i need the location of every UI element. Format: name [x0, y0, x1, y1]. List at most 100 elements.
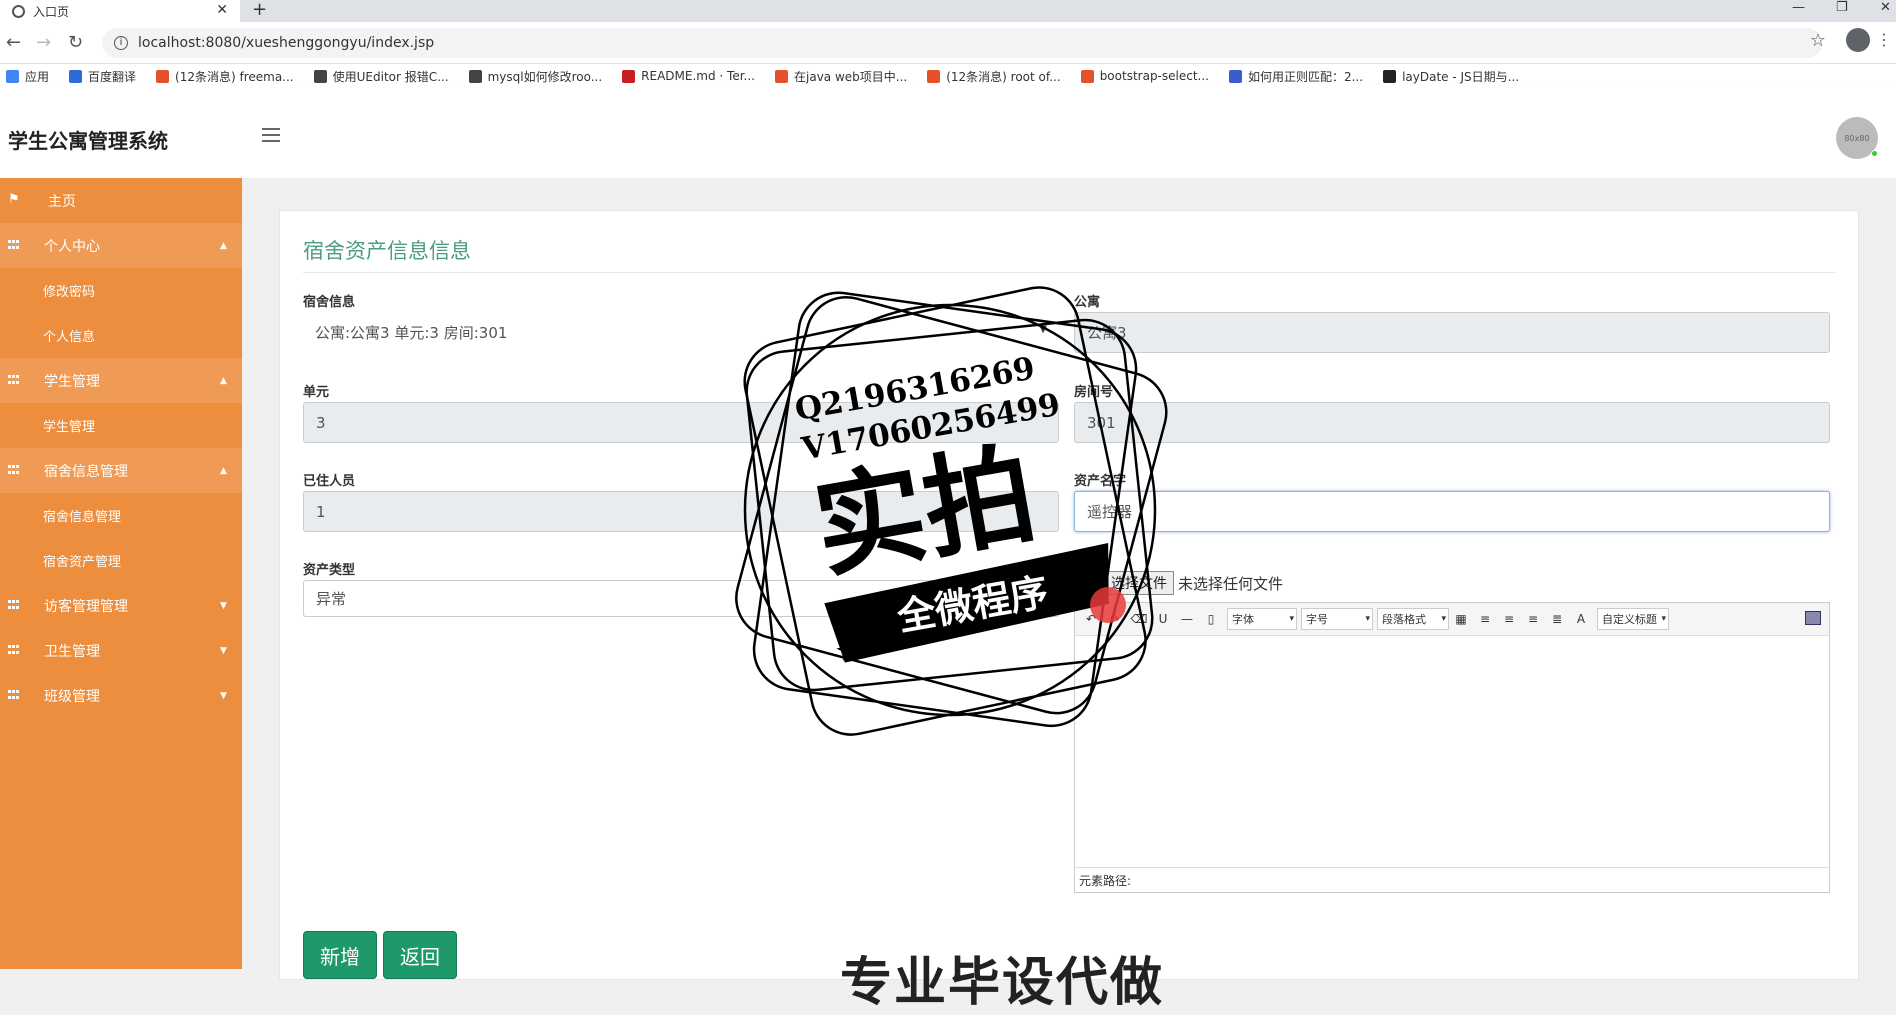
bookmark-label: mysql如何修改roo... — [487, 69, 603, 84]
page-icon[interactable]: ▯ — [1203, 611, 1219, 627]
sidebar-subitem-dorm-info-management[interactable]: 宿舍信息管理 — [0, 493, 242, 538]
align-center-icon[interactable]: ≡ — [1525, 611, 1541, 627]
browser-tab[interactable]: 入口页 ✕ — [0, 0, 240, 22]
underline-icon[interactable]: U — [1155, 611, 1171, 627]
reload-icon[interactable]: ↻ — [68, 32, 83, 53]
site-favicon-icon — [927, 69, 941, 83]
avatar[interactable]: 80x80 — [1836, 117, 1878, 159]
bookmark-item[interactable]: README.md · Ter... — [622, 69, 755, 83]
apps-grid-icon — [6, 69, 19, 83]
sidebar-subitem-dorm-asset-management[interactable]: 宿舍资产管理 — [0, 538, 242, 583]
close-window-icon[interactable]: ✕ — [1880, 0, 1891, 15]
bookmark-item[interactable]: 使用UEditor 报错C... — [313, 68, 449, 85]
close-tab-icon[interactable]: ✕ — [216, 2, 228, 18]
caret-up-icon: ▲ — [220, 375, 227, 386]
bookmark-item[interactable]: (12条消息) freema... — [156, 68, 294, 85]
bookmark-item[interactable]: mysql如何修改roo... — [468, 68, 603, 85]
apartment-field[interactable]: 公寓3 — [1074, 312, 1830, 353]
grid-icon — [8, 240, 22, 251]
font-size-select[interactable]: 字号 — [1301, 608, 1373, 630]
bookmark-label: 在java web项目中... — [794, 69, 908, 84]
sidebar-item-student-management[interactable]: 学生管理 ▲ — [0, 358, 242, 403]
bookmark-item[interactable]: 在java web项目中... — [775, 68, 907, 85]
sidebar-item-hygiene-management[interactable]: 卫生管理 ▼ — [0, 628, 242, 673]
sidebar-subitem-change-password[interactable]: 修改密码 — [0, 268, 242, 313]
site-favicon-icon — [69, 69, 83, 83]
sidebar-subitem-student-management[interactable]: 学生管理 — [0, 403, 242, 448]
bookmark-item[interactable]: 如何用正则匹配：2... — [1228, 68, 1363, 85]
bookmark-item[interactable]: 百度翻译 — [69, 68, 136, 85]
browser-menu-icon[interactable]: ⋮ — [1876, 30, 1892, 49]
bookmark-item[interactable]: bootstrap-select... — [1080, 69, 1209, 83]
caret-down-icon: ▼ — [220, 690, 227, 701]
back-icon[interactable]: ← — [6, 32, 21, 53]
sidebar-item-label: 班级管理 — [44, 688, 100, 705]
bookmark-label: 百度翻译 — [88, 69, 137, 84]
site-favicon-icon — [622, 69, 636, 83]
rich-text-editor[interactable]: ↶ ↷ ⌫ U — ▯ 字体 字号 段落格式 ▦ ≡ ≡ ≡ ≣ A 自定义标题… — [1074, 602, 1830, 893]
bookmark-item[interactable]: (12条消息) root of... — [927, 68, 1061, 85]
minimize-icon[interactable]: — — [1792, 0, 1805, 15]
app-header: 学生公寓管理系统 80x80 — [0, 88, 1896, 178]
font-color-icon[interactable]: A — [1573, 611, 1589, 627]
profile-icon[interactable] — [1846, 28, 1870, 52]
sidebar-item-label: 访客管理管理 — [44, 598, 128, 615]
url-bar[interactable]: i localhost:8080/xueshenggongyu/index.js… — [102, 28, 1822, 58]
hamburger-icon[interactable] — [262, 128, 280, 146]
apartment-value: 公寓3 — [1087, 324, 1127, 342]
sidebar-item-class-management[interactable]: 班级管理 ▼ — [0, 673, 242, 718]
caret-up-icon: ▲ — [220, 465, 227, 476]
caret-down-icon: ▼ — [1039, 324, 1047, 335]
sidebar-subitem-personal-info[interactable]: 个人信息 — [0, 313, 242, 358]
fullscreen-icon[interactable] — [1805, 611, 1821, 625]
site-favicon-icon — [775, 69, 788, 83]
bookmark-label: (12条消息) root of... — [946, 69, 1061, 84]
bookmark-item[interactable]: 应用 — [6, 68, 49, 85]
eraser-icon[interactable]: ⌫ — [1131, 611, 1148, 627]
sidebar-item-dorm-info-management[interactable]: 宿舍信息管理 ▲ — [0, 448, 242, 493]
table-icon[interactable]: ▦ — [1453, 611, 1469, 627]
font-family-select[interactable]: 字体 — [1227, 608, 1297, 630]
residents-field[interactable]: 1 — [303, 491, 1059, 532]
sidebar-item-home[interactable]: ⚑ 主页 — [0, 178, 242, 223]
choose-file-button[interactable]: 选择文件 — [1104, 571, 1175, 595]
paragraph-format-select[interactable]: 段落格式 — [1377, 608, 1449, 630]
bookmark-label: 应用 — [25, 69, 50, 84]
residents-label: 已住人员 — [303, 474, 356, 489]
dorm-info-select[interactable]: 公寓:公寓3 单元:3 房间:301 ▼ — [303, 312, 1059, 353]
align-right-icon[interactable]: ≡ — [1501, 611, 1517, 627]
forward-icon[interactable]: → — [36, 32, 51, 53]
globe-icon — [12, 4, 25, 18]
sidebar-item-visitor-management[interactable]: 访客管理管理 ▼ — [0, 583, 242, 628]
restore-icon[interactable]: ❐ — [1836, 0, 1848, 15]
info-icon[interactable]: i — [114, 36, 128, 50]
main-content: 宿舍资产信息信息 宿舍信息 公寓:公寓3 单元:3 房间:301 ▼ 公寓 公寓… — [242, 178, 1896, 980]
page-title: 宿舍资产信息信息 — [303, 239, 471, 263]
unit-field[interactable]: 3 — [303, 402, 1059, 443]
horizontal-rule-icon[interactable]: — — [1179, 611, 1195, 627]
redo-icon[interactable]: ↷ — [1107, 611, 1123, 627]
new-tab-icon[interactable]: + — [252, 0, 267, 20]
asset-type-label: 资产类型 — [303, 563, 356, 578]
align-left-icon[interactable]: ≡ — [1477, 611, 1493, 627]
undo-icon[interactable]: ↶ — [1083, 611, 1099, 627]
sidebar: ⚑ 主页 个人中心 ▲ 修改密码 个人信息 学生管理 ▲ 学生管理 宿舍信息管理… — [0, 178, 242, 969]
asset-name-label: 资产名字 — [1074, 474, 1127, 489]
room-field[interactable]: 301 — [1074, 402, 1830, 443]
sidebar-item-personal-center[interactable]: 个人中心 ▲ — [0, 223, 242, 268]
url-text: localhost:8080/xueshenggongyu/index.jsp — [138, 35, 435, 51]
add-button[interactable]: 新增 — [303, 931, 377, 979]
align-justify-icon[interactable]: ≣ — [1549, 611, 1565, 627]
bookmark-label: bootstrap-select... — [1099, 69, 1209, 83]
custom-heading-select[interactable]: 自定义标题 — [1597, 608, 1669, 630]
browser-tab-bar: 入口页 ✕ + — ❐ ✕ — [0, 0, 1896, 22]
asset-type-select[interactable]: 异常 — [303, 580, 1059, 617]
bookmark-item[interactable]: layDate - JS日期与... — [1383, 68, 1519, 85]
editor-toolbar: ↶ ↷ ⌫ U — ▯ 字体 字号 段落格式 ▦ ≡ ≡ ≡ ≣ A 自定义标题 — [1075, 603, 1829, 636]
title-divider — [303, 272, 1835, 273]
asset-name-input[interactable]: 遥控器 — [1074, 491, 1830, 532]
bookmark-star-icon[interactable]: ☆ — [1810, 30, 1826, 51]
remark-label: 备注 — [1074, 577, 1101, 593]
back-button[interactable]: 返回 — [383, 931, 457, 979]
watermark-bottom-text: 专业毕设代做 — [840, 953, 1165, 1013]
